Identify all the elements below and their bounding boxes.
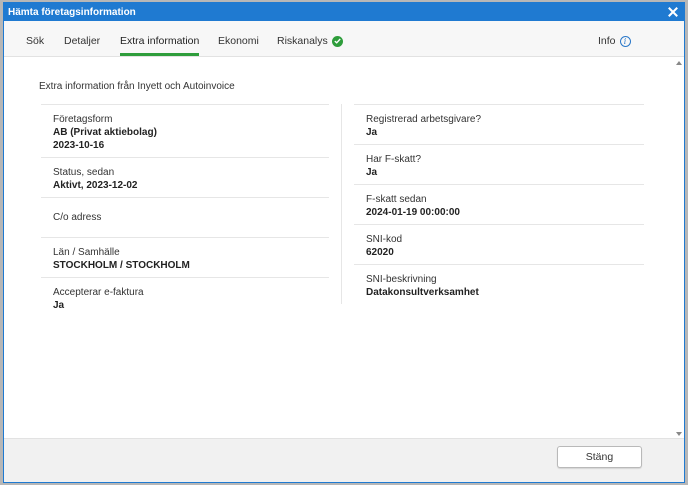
tab-bar: Sök Detaljer Extra information Ekonomi R… <box>4 21 684 57</box>
panel-intro-text: Extra information från Inyett och Autoin… <box>39 81 235 92</box>
field-label: C/o adress <box>53 212 102 223</box>
field-value: Datakonsultverksamhet <box>366 287 479 298</box>
tab-sok[interactable]: Sök <box>26 35 44 47</box>
field-value: Aktivt, 2023-12-02 <box>53 180 138 191</box>
tab-label: Sök <box>26 35 45 47</box>
tab-riskanalys[interactable]: Riskanalys <box>277 35 343 47</box>
info-circle-icon: i <box>619 35 631 47</box>
field-sni-beskrivning: SNI-beskrivning Datakonsultverksamhet <box>354 264 644 304</box>
scroll-down-arrow-icon[interactable] <box>676 432 682 436</box>
field-fskatt-sedan: F-skatt sedan 2024-01-19 00:00:00 <box>354 184 644 224</box>
field-har-fskatt: Har F-skatt? Ja <box>354 144 644 184</box>
close-button[interactable]: Stäng <box>557 446 642 468</box>
field-registrerad-arbetsgivare: Registrerad arbetsgivare? Ja <box>354 104 644 144</box>
tab-info[interactable]: Info i <box>598 35 631 47</box>
tab-label: Ekonomi <box>218 35 259 47</box>
tab-detaljer[interactable]: Detaljer <box>64 35 100 47</box>
field-value: 62020 <box>366 247 394 258</box>
field-value: Ja <box>366 127 378 138</box>
field-label: Län / Samhälle <box>53 247 120 258</box>
tab-label: Info <box>598 35 616 47</box>
field-value: 2023-10-16 <box>53 140 105 151</box>
field-value: 2024-01-19 00:00:00 <box>366 207 460 218</box>
field-accepterar-efaktura: Accepterar e-faktura Ja <box>41 277 329 317</box>
dialog-title: Hämta företagsinformation <box>8 6 136 18</box>
field-co-adress: C/o adress <box>41 197 329 237</box>
field-label: Accepterar e-faktura <box>53 287 144 298</box>
scroll-up-arrow-icon[interactable] <box>676 61 682 65</box>
company-info-dialog: Hämta företagsinformation Sök Detaljer E… <box>3 2 685 483</box>
check-circle-icon <box>331 35 343 47</box>
field-label: F-skatt sedan <box>366 194 427 205</box>
tab-label: Riskanalys <box>277 35 328 47</box>
active-tab-indicator <box>120 53 200 56</box>
dialog-footer: Stäng <box>4 438 684 482</box>
extra-information-panel: Extra information från Inyett och Autoin… <box>4 59 684 438</box>
field-value: Ja <box>366 167 378 178</box>
field-status-sedan: Status, sedan Aktivt, 2023-12-02 <box>41 157 329 197</box>
left-field-column: Företagsform AB (Privat aktiebolag) 2023… <box>41 104 329 317</box>
field-label: Företagsform <box>53 114 113 125</box>
field-value: Ja <box>53 300 65 311</box>
tab-label: Extra information <box>120 35 200 47</box>
field-label: Har F-skatt? <box>366 154 422 165</box>
field-lan-samhalle: Län / Samhälle STOCKHOLM / STOCKHOLM <box>41 237 329 277</box>
vertical-scrollbar[interactable] <box>676 61 682 436</box>
tab-label: Detaljer <box>64 35 101 47</box>
dialog-titlebar: Hämta företagsinformation <box>4 3 684 21</box>
field-label: SNI-beskrivning <box>366 274 437 285</box>
field-foretagsform: Företagsform AB (Privat aktiebolag) 2023… <box>41 104 329 157</box>
field-value: AB (Privat aktiebolag) <box>53 127 157 138</box>
tab-ekonomi[interactable]: Ekonomi <box>218 35 259 47</box>
field-label: Registrerad arbetsgivare? <box>366 114 482 125</box>
close-icon[interactable] <box>668 7 678 17</box>
column-divider <box>341 104 342 304</box>
right-field-column: Registrerad arbetsgivare? Ja Har F-skatt… <box>354 104 644 304</box>
field-sni-kod: SNI-kod 62020 <box>354 224 644 264</box>
tab-extra-information[interactable]: Extra information <box>120 35 200 56</box>
field-label: SNI-kod <box>366 234 403 245</box>
field-label: Status, sedan <box>53 167 115 178</box>
field-value: STOCKHOLM / STOCKHOLM <box>53 260 190 271</box>
